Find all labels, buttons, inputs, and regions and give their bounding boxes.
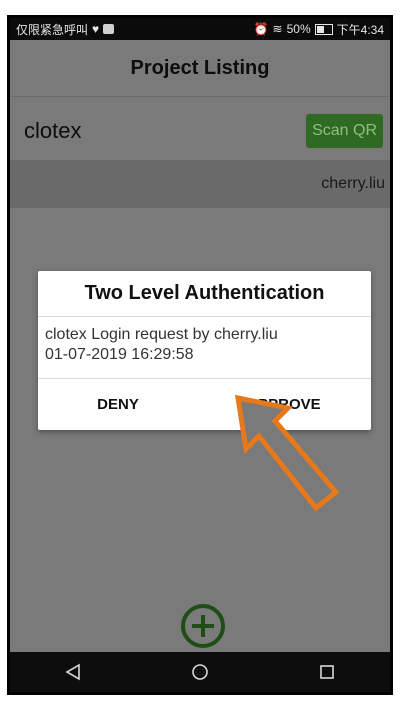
navigation-bar — [10, 652, 390, 692]
page-title: Project Listing — [130, 56, 270, 79]
emergency-call-text: 仅限紧急呼叫 — [16, 22, 89, 37]
divider — [10, 96, 390, 97]
status-bar: 仅限紧急呼叫 ♥ ⏰ ≋ 50% 下午4:34 — [10, 18, 390, 40]
approve-button[interactable]: APPROVE — [204, 379, 364, 429]
heart-icon: ♥ — [92, 22, 100, 36]
dialog-divider-top — [38, 316, 371, 317]
battery-percent: 50% — [286, 22, 311, 36]
app-notification-icon — [103, 24, 115, 34]
user-row[interactable]: cherry.liu — [10, 160, 390, 208]
app-bar: Project Listing — [10, 40, 390, 96]
deny-button[interactable]: DENY — [38, 379, 198, 429]
dialog-message: clotex Login request by cherry.liu 01-07… — [45, 325, 365, 365]
scan-qr-button[interactable]: Scan QR — [306, 114, 383, 148]
auth-dialog: Two Level Authentication clotex Login re… — [38, 271, 371, 430]
status-left: 仅限紧急呼叫 ♥ — [16, 21, 115, 38]
status-right: ⏰ ≋ 50% 下午4:34 — [254, 21, 384, 38]
project-name: clotex — [24, 118, 82, 143]
clock: 下午4:34 — [336, 22, 384, 37]
project-row[interactable]: clotex Scan QR — [10, 102, 390, 160]
battery-icon — [314, 23, 333, 35]
wifi-icon: ≋ — [272, 22, 283, 36]
user-name: cherry.liu — [321, 175, 385, 192]
add-project-button[interactable] — [181, 604, 225, 648]
phone-screen: 仅限紧急呼叫 ♥ ⏰ ≋ 50% 下午4:34 Project Listing … — [7, 15, 393, 695]
home-nav-icon[interactable] — [180, 652, 220, 692]
dialog-title: Two Level Authentication — [84, 281, 325, 304]
login-request-text: clotex Login request by cherry.liu — [45, 326, 278, 343]
alarm-icon: ⏰ — [253, 22, 269, 36]
request-timestamp: 01-07-2019 16:29:58 — [45, 346, 194, 363]
recents-nav-icon[interactable] — [307, 652, 347, 692]
back-nav-icon[interactable] — [53, 652, 93, 692]
